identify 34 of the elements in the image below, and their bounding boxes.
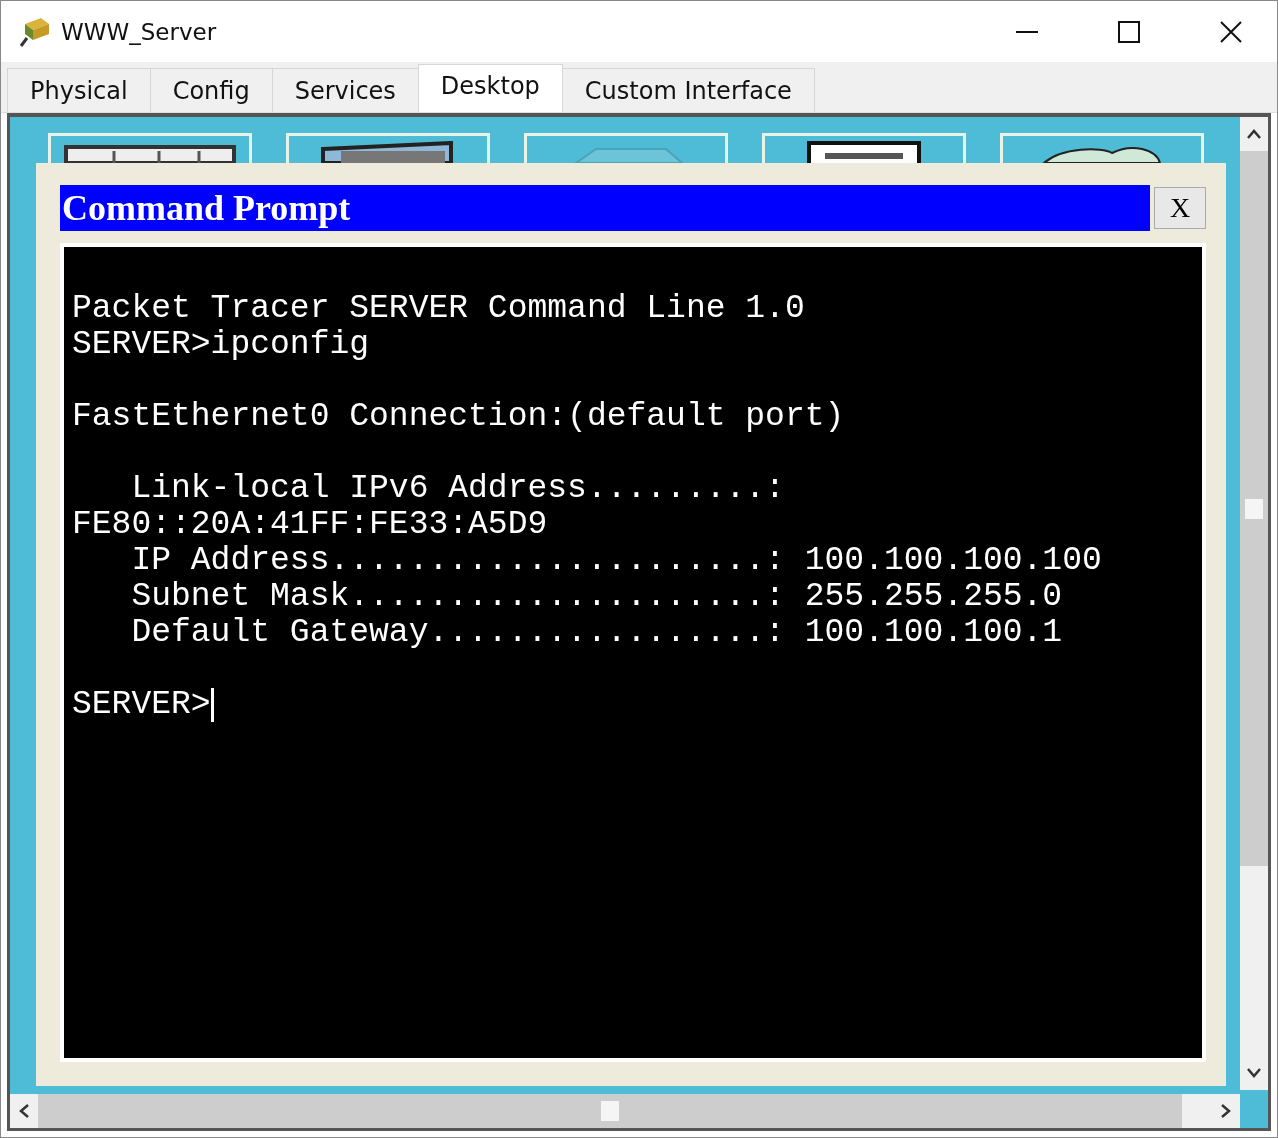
chevron-left-icon — [18, 1103, 30, 1119]
terminal-line: Packet Tracer SERVER Command Line 1.0 — [72, 291, 805, 327]
app-tile[interactable] — [48, 133, 252, 163]
window-title: WWW_Server — [61, 18, 218, 45]
app-tile[interactable] — [524, 133, 728, 163]
chevron-down-icon — [1246, 1067, 1262, 1079]
app-tile[interactable] — [1000, 133, 1204, 163]
terminal-line: FastEthernet0 Connection:(default port) — [72, 399, 845, 435]
dialog-title: Command Prompt — [60, 185, 1150, 231]
terminal-line: Subnet Mask.....................: 255.255.255.0 — [130, 579, 1063, 615]
app-tile[interactable] — [286, 133, 490, 163]
tab[interactable]: Desktop — [417, 64, 563, 112]
maximize-icon — [1118, 20, 1140, 43]
terminal-line: IP Address......................: 100.100.100.100 — [130, 543, 1102, 579]
scroll-thumb[interactable] — [1240, 151, 1268, 866]
scroll-thumb[interactable] — [38, 1094, 1182, 1128]
chevron-right-icon — [1220, 1103, 1232, 1119]
vertical-scrollbar[interactable] — [1240, 117, 1268, 1090]
text-cursor — [210, 688, 214, 722]
terminal-line: Link-local IPv6 Address.........: — [130, 471, 785, 507]
terminal-line: SERVER> — [72, 687, 211, 723]
app-icon — [19, 15, 51, 48]
tab[interactable]: Physical — [7, 68, 151, 112]
minimize-icon — [1016, 30, 1038, 33]
scrollbar-corner — [1240, 1094, 1268, 1128]
close-icon — [1220, 20, 1242, 43]
horizontal-scrollbar[interactable] — [10, 1090, 1268, 1128]
dialog-close-button[interactable]: X — [1154, 187, 1206, 229]
app-tile[interactable] — [762, 133, 966, 163]
terminal-line: SERVER>ipconfig — [72, 327, 370, 363]
chevron-up-icon — [1246, 128, 1262, 140]
terminal-line: Default Gateway.................: 100.100.100.1 — [130, 615, 1063, 651]
tab[interactable]: Custom Interface — [561, 68, 815, 112]
terminal-line: FE80::20A:41FF:FE33:A5D9 — [72, 507, 548, 543]
